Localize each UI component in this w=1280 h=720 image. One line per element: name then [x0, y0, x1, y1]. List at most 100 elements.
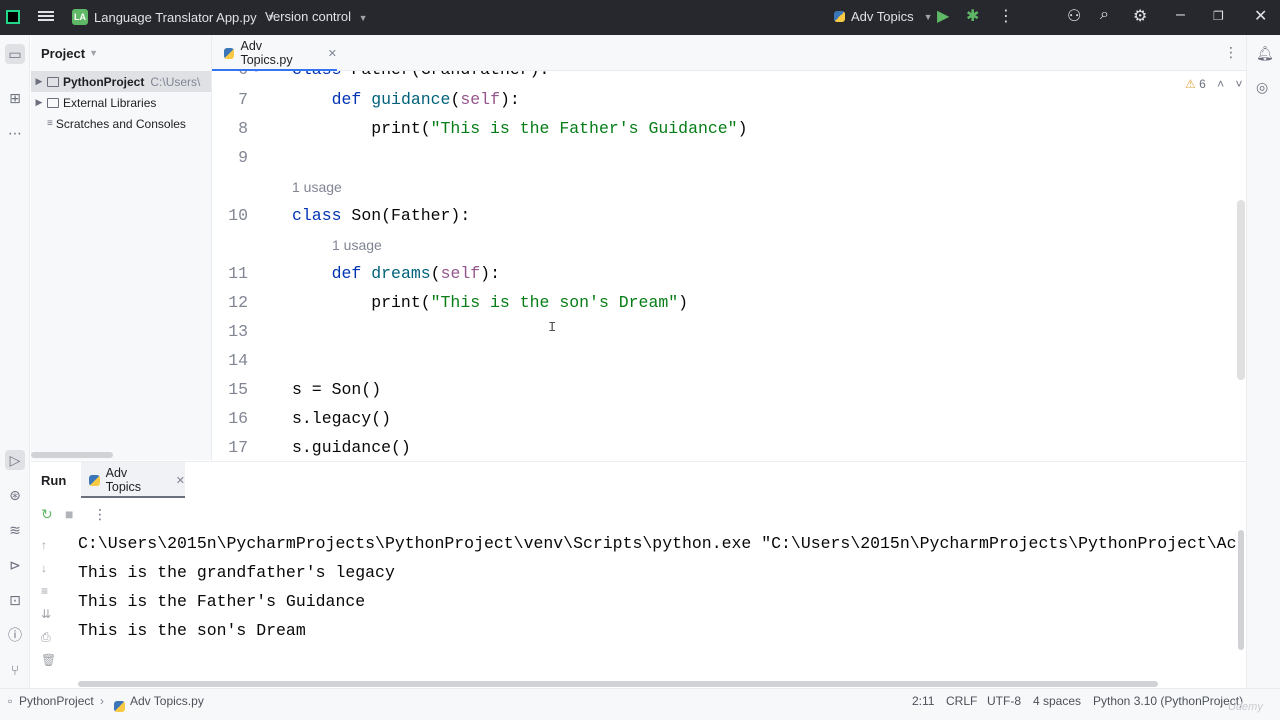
console-vertical-scrollbar[interactable] — [1238, 530, 1244, 650]
close-icon[interactable]: ✕ — [1254, 6, 1267, 26]
services-icon[interactable]: ⊳ — [5, 555, 25, 575]
console-horizontal-scrollbar[interactable] — [78, 681, 1158, 687]
print-icon[interactable]: ⎙ — [41, 630, 51, 645]
add-user-icon[interactable]: ⚇ — [1067, 6, 1081, 26]
scroll-up-icon[interactable]: ↑ — [41, 538, 47, 552]
caret-position[interactable]: 2:11 — [912, 694, 934, 708]
udemy-watermark: Udemy — [1228, 701, 1263, 713]
run-configuration-selector[interactable]: Adv Topics ▼ — [834, 9, 933, 24]
close-tab-icon[interactable]: ✕ — [176, 474, 185, 487]
editor-vertical-scrollbar[interactable] — [1237, 200, 1245, 380]
usage-hint-line: 1 usage — [212, 173, 1246, 202]
scroll-to-end-icon[interactable]: ⇊ — [41, 607, 51, 621]
console-line: This is the son's Dream — [78, 621, 306, 640]
code-text: print("This is the son's Dream") — [292, 293, 689, 312]
code-text: s = Son() — [292, 380, 382, 399]
run-panel-title: Run — [41, 473, 67, 488]
version-control-label: Version control — [265, 9, 351, 24]
chevron-down-icon: ▼ — [89, 48, 98, 58]
project-name: Language Translator App.py — [94, 9, 257, 25]
breadcrumb-file[interactable]: Adv Topics.py — [130, 694, 204, 708]
python-packages-icon[interactable]: ⊛ — [5, 485, 25, 505]
code-line: 17 s.guidance() — [228, 438, 411, 457]
usage-hint-line: 1 usage — [212, 231, 1246, 260]
line-separator[interactable]: CRLF — [946, 694, 977, 708]
pycharm-logo-icon[interactable] — [6, 10, 20, 24]
code-line: 8 print("This is the Father's Guidance") — [238, 119, 748, 138]
debug-icon[interactable]: ✱ — [966, 6, 979, 26]
project-badge: LA — [72, 9, 88, 25]
run-icon[interactable]: ▶ — [937, 6, 949, 26]
more-options-icon[interactable]: ⋮ — [93, 506, 107, 523]
horizontal-scrollbar[interactable] — [31, 452, 113, 458]
code-text: print("This is the Father's Guidance") — [292, 119, 748, 138]
console-output[interactable]: C:\Users\2015n\PycharmProjects\PythonPro… — [78, 530, 1238, 685]
code-text: s.guidance() — [292, 438, 411, 457]
expand-arrow-icon[interactable]: ▶ — [31, 76, 47, 87]
text-cursor-icon: I — [548, 320, 557, 336]
console-line: This is the grandfather's legacy — [78, 563, 395, 582]
chevron-down-icon: ▼ — [358, 13, 368, 23]
more-actions-icon[interactable]: ⋮ — [998, 6, 1014, 26]
python-interpreter[interactable]: Python 3.10 (PythonProject) — [1093, 694, 1243, 708]
code-text: def guidance(self): — [331, 90, 520, 109]
terminal-icon[interactable]: ⊡ — [5, 590, 25, 610]
library-icon — [47, 97, 59, 108]
tree-item-external-libraries[interactable]: ▶ External Libraries — [31, 92, 211, 113]
run-config-label: Adv Topics — [851, 9, 914, 24]
settings-gear-icon[interactable]: ⚙ — [1133, 6, 1147, 26]
structure-icon[interactable]: ⊞ — [5, 88, 25, 108]
editor-tab-adv-topics[interactable]: Adv Topics.py ✕ — [212, 35, 337, 72]
minimize-icon[interactable]: – — [1176, 6, 1185, 24]
scroll-down-icon[interactable]: ↓ — [41, 561, 47, 575]
code-line: 11 def dreams(self): — [228, 264, 500, 283]
code-line: 12 print("This is the son's Dream") — [228, 293, 689, 312]
tree-item-label: Scratches and Consoles — [55, 116, 186, 131]
indentation[interactable]: 4 spaces — [1033, 694, 1081, 708]
project-panel-header[interactable]: Project ▼ — [31, 35, 211, 71]
editor-tab-bar: Adv Topics.py ✕ ⋮ — [212, 35, 1246, 72]
right-tool-window-bar: 🔔︎ ◎ — [1246, 35, 1280, 688]
scratches-icon: ≡ — [47, 118, 53, 129]
run-tool-window: Run Adv Topics ✕ ↻ ■ ⋮ ↑ ↓ ≡ ⇊ ⎙ 🗑︎ C:\U… — [31, 461, 1246, 688]
run-toolbar: ↻ ■ ⋮ — [31, 500, 1246, 528]
code-text: class Father(Grandfather): — [292, 71, 549, 79]
code-line: 15 s = Son() — [228, 380, 382, 399]
close-tab-icon[interactable]: ✕ — [328, 47, 337, 60]
clear-all-icon[interactable]: 🗑︎ — [41, 653, 56, 667]
code-text: def dreams(self): — [331, 264, 500, 283]
code-editor[interactable]: ⚠ 6 ˄ ˅ 6 ⊚ class Father(Grandfather): 7… — [212, 71, 1246, 461]
code-line: 6 ⊚ class Father(Grandfather): — [212, 71, 1246, 85]
run-tool-icon[interactable]: ▷ — [5, 450, 25, 470]
git-icon[interactable]: ⑂ — [5, 660, 25, 680]
tree-item-pythonproject[interactable]: ▶ PythonProject C:\Users\ — [31, 71, 211, 92]
override-gutter-icon[interactable]: ⊚ — [252, 71, 260, 77]
rerun-icon[interactable]: ↻ — [41, 506, 53, 523]
run-tab-adv-topics[interactable]: Adv Topics ✕ — [81, 462, 185, 498]
stop-icon[interactable]: ■ — [65, 506, 73, 522]
version-control-menu[interactable]: Version control ▼ — [265, 9, 368, 24]
search-icon[interactable]: ⌕ — [1100, 6, 1109, 24]
file-encoding[interactable]: UTF-8 — [987, 694, 1021, 708]
tree-item-scratches[interactable]: ≡ Scratches and Consoles — [31, 113, 211, 134]
project-folder-icon[interactable]: ▭ — [5, 44, 25, 64]
tree-item-label: PythonProject — [63, 74, 145, 89]
editor-tab-label: Adv Topics.py — [240, 39, 293, 67]
more-tool-windows-icon[interactable]: ⋯ — [5, 123, 25, 143]
code-line: 9 — [238, 148, 248, 167]
code-line: 16 s.legacy() — [228, 409, 392, 428]
breadcrumb-project[interactable]: PythonProject — [19, 694, 94, 708]
main-menu-icon[interactable] — [38, 9, 54, 25]
notifications-icon[interactable]: 🔔︎ — [1256, 45, 1274, 62]
usage-hint[interactable]: 1 usage — [332, 237, 382, 253]
tab-options-icon[interactable]: ⋮ — [1224, 44, 1238, 61]
maximize-icon[interactable]: ❐ — [1213, 9, 1224, 23]
expand-arrow-icon[interactable]: ▶ — [31, 97, 47, 108]
soft-wrap-icon[interactable]: ≡ — [41, 584, 48, 598]
project-panel: Project ▼ ▶ PythonProject C:\Users\ ▶ Ex… — [31, 35, 212, 460]
ai-assistant-icon[interactable]: ◎ — [1256, 79, 1268, 96]
project-switcher[interactable]: LA Language Translator App.py ▼ — [72, 9, 276, 25]
usage-hint[interactable]: 1 usage — [292, 179, 342, 195]
layers-icon[interactable]: ≋ — [5, 520, 25, 540]
problems-icon[interactable]: ⓘ — [5, 625, 25, 645]
